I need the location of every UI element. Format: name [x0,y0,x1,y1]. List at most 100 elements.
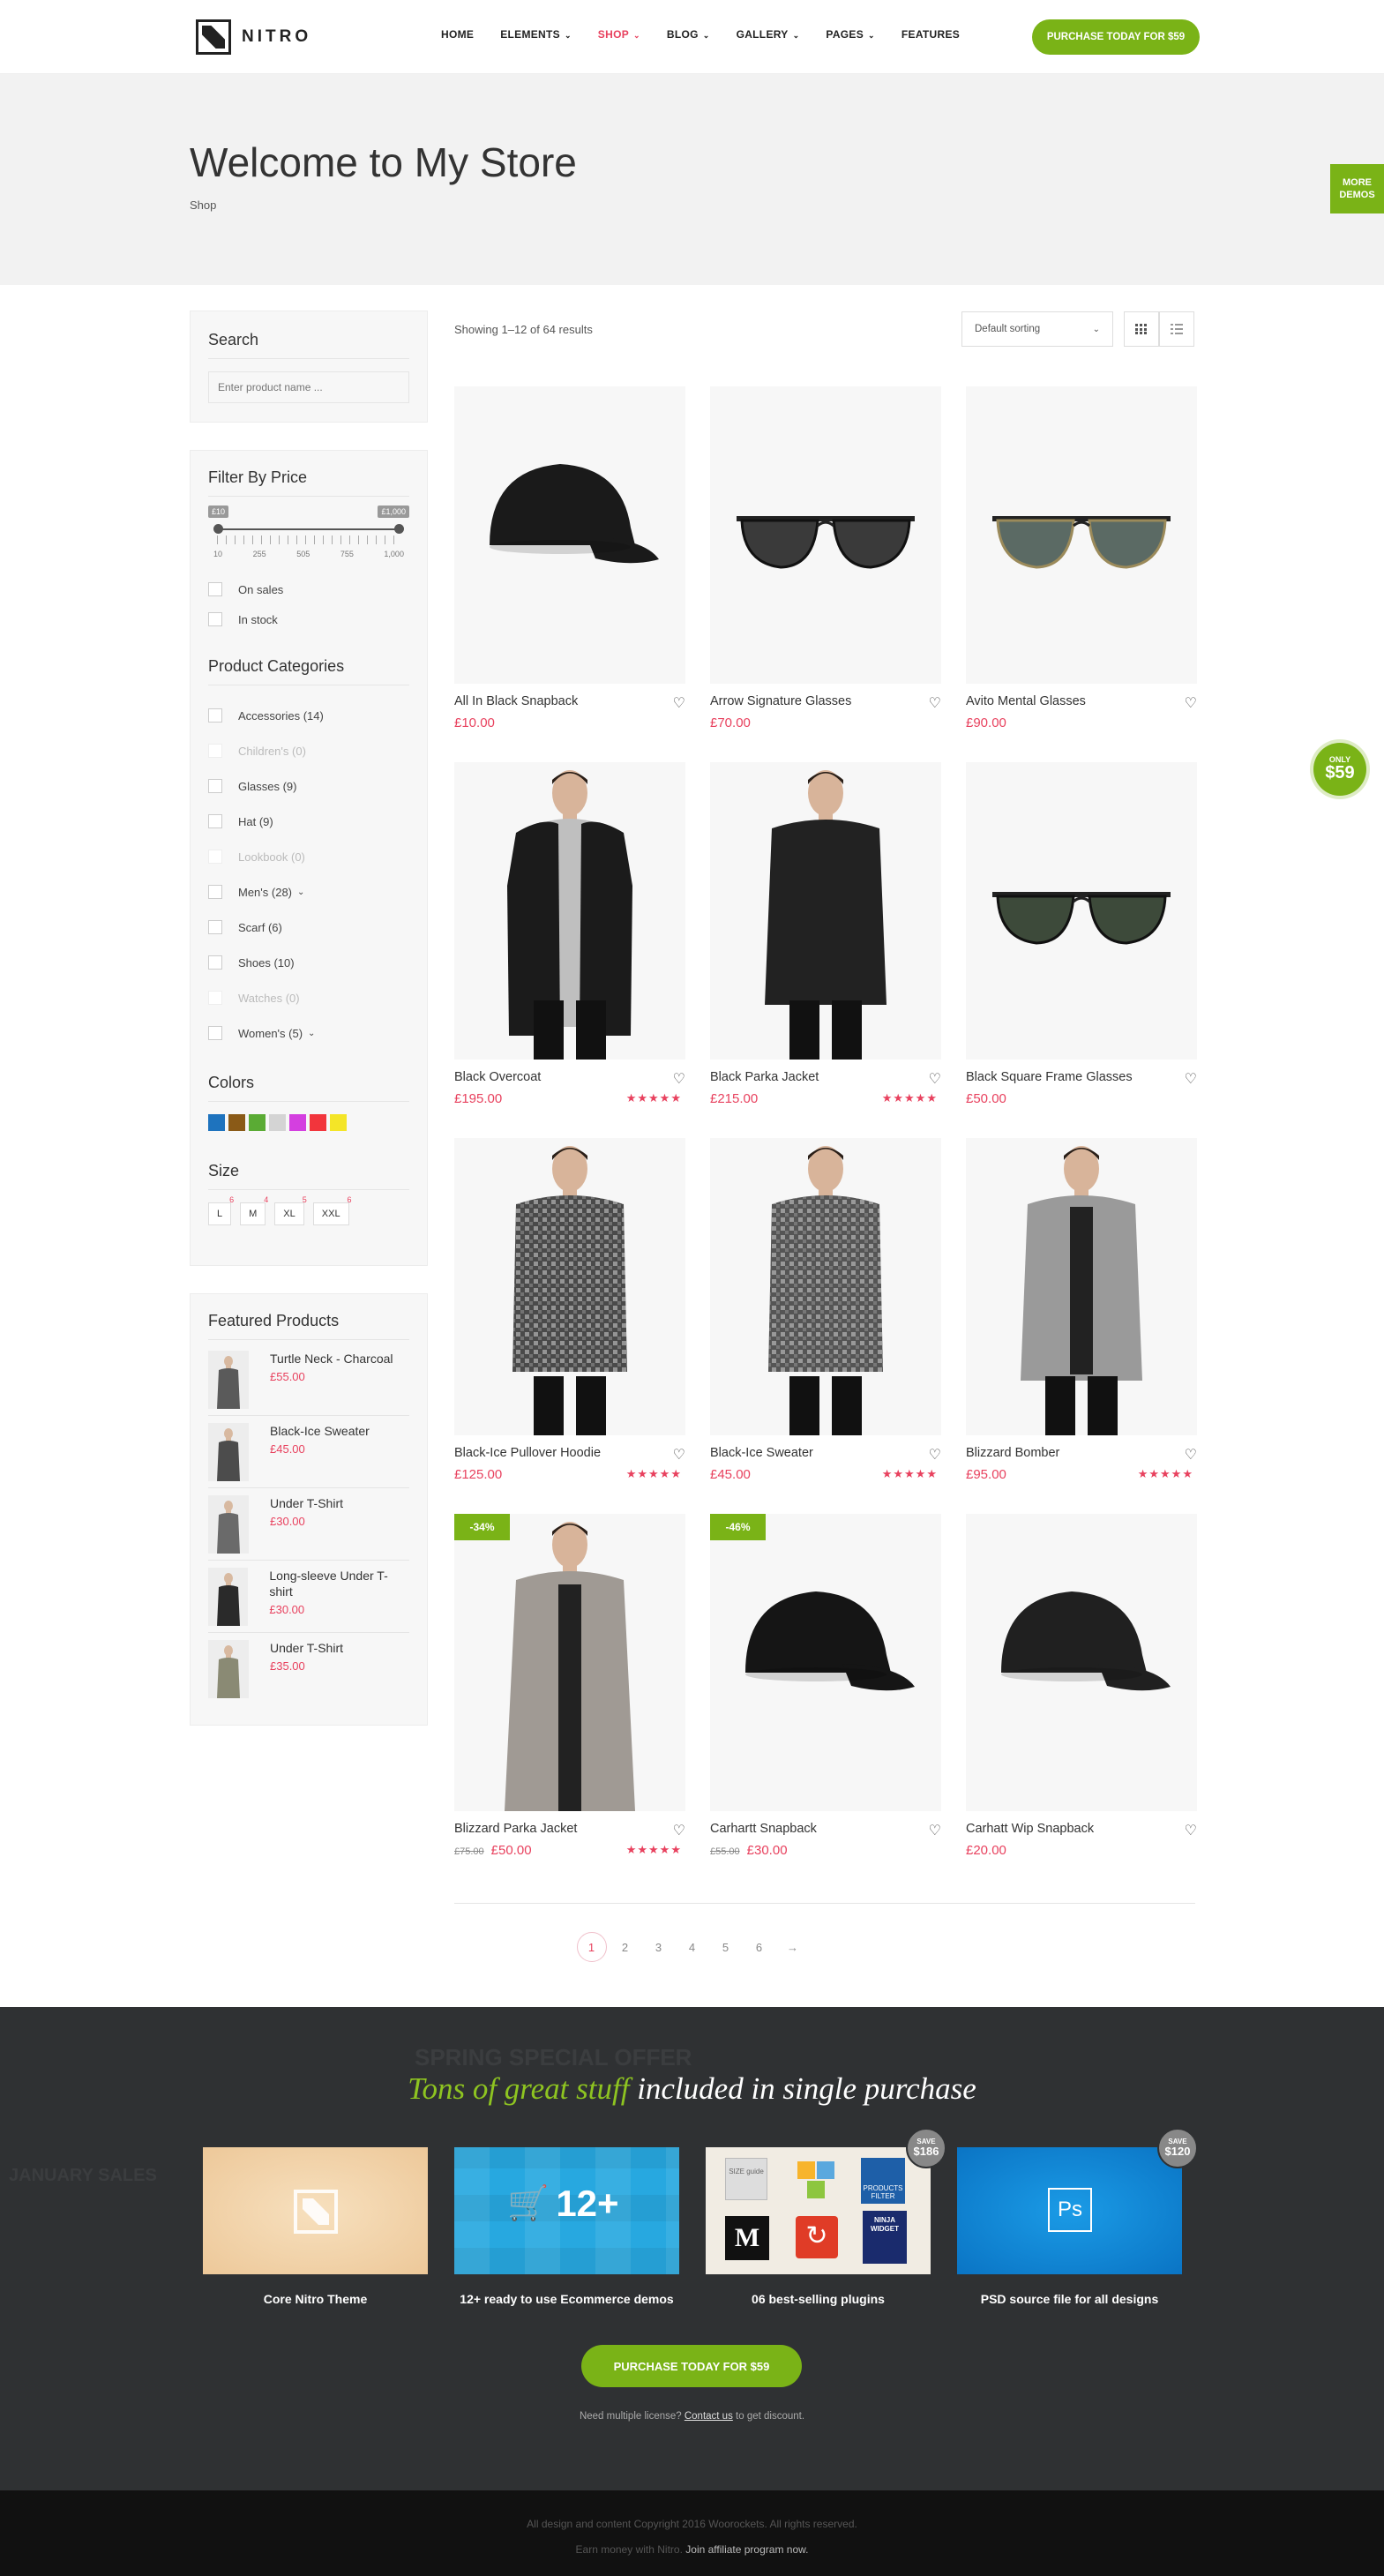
category-item[interactable]: Watches (0) [208,980,409,1015]
filter-on-sales[interactable]: On sales [208,574,409,604]
product-name[interactable]: Arrow Signature Glasses ♡ [710,694,941,711]
featured-thumbnail[interactable] [208,1495,249,1554]
page-6[interactable]: 6 [744,1932,774,1962]
color-swatch[interactable] [269,1114,286,1131]
product-image[interactable] [710,762,941,1060]
category-item[interactable]: Shoes (10) [208,945,409,980]
breadcrumb[interactable]: Shop [190,198,216,212]
checkbox[interactable] [208,991,222,1005]
product-card[interactable]: -46% Carhartt Snapback ♡ £55.00 £30.00 [710,1514,941,1858]
heart-icon[interactable]: ♡ [673,694,685,712]
product-card[interactable]: All In Black Snapback ♡ £10.00 [454,386,685,730]
product-name[interactable]: Carhatt Wip Snapback ♡ [966,1822,1197,1839]
category-item[interactable]: Accessories (14) [208,698,409,733]
checkbox[interactable] [208,955,222,970]
search-input[interactable] [208,371,409,403]
featured-thumbnail[interactable] [208,1423,249,1481]
price-max-handle[interactable] [394,524,404,534]
contact-link[interactable]: Contact us [685,2411,733,2422]
product-image[interactable] [454,762,685,1060]
heart-icon[interactable]: ♡ [929,694,941,712]
category-item[interactable]: Men's (28) ⌄ [208,874,409,910]
color-swatch[interactable] [208,1114,225,1131]
featured-item[interactable]: Black-Ice Sweater £45.00 [208,1416,409,1488]
checkbox[interactable] [208,612,222,626]
size-option[interactable]: XL 5 [274,1195,307,1225]
nav-item-gallery[interactable]: GALLERY ⌄ [737,28,800,41]
color-swatch[interactable] [289,1114,306,1131]
product-image[interactable] [966,386,1197,684]
nav-item-elements[interactable]: ELEMENTS ⌄ [500,28,572,41]
page-5[interactable]: 5 [711,1932,741,1962]
heart-icon[interactable]: ♡ [929,1070,941,1088]
page-4[interactable]: 4 [677,1932,707,1962]
product-card[interactable]: Carhatt Wip Snapback ♡ £20.00 [966,1514,1197,1858]
category-item[interactable]: Women's (5) ⌄ [208,1015,409,1051]
product-card[interactable]: Blizzard Bomber ♡ £95.00 ★★★★★ [966,1138,1197,1482]
featured-name[interactable]: Under T-Shirt [270,1495,343,1511]
product-name[interactable]: Carhartt Snapback ♡ [710,1822,941,1838]
price-slider[interactable]: £10 £1,000 10 255 505 755 1,000 [208,505,409,567]
featured-item[interactable]: Under T-Shirt £35.00 [208,1633,409,1705]
only-price-badge[interactable]: ONLY $59 [1313,743,1366,796]
product-name[interactable]: Black-Ice Sweater ♡ [710,1446,941,1463]
heart-icon[interactable]: ♡ [1185,1070,1197,1088]
featured-item[interactable]: Under T-Shirt £30.00 [208,1488,409,1561]
category-item[interactable]: Glasses (9) [208,768,409,804]
promo-card-theme[interactable]: Core Nitro Theme [203,2147,428,2306]
promo-card-demos[interactable]: 🛒 12+ 12+ ready to use Ecommerce demos [454,2147,679,2306]
promo-card-plugins[interactable]: SIZE guide PRODUCTS FILTER M ↻ NINJA WID… [706,2128,946,2306]
featured-name[interactable]: Long-sleeve Under T-shirt [269,1568,409,1599]
list-view-button[interactable] [1159,311,1194,347]
heart-icon[interactable]: ♡ [1185,694,1197,712]
heart-icon[interactable]: ♡ [929,1446,941,1464]
heart-icon[interactable]: ♡ [673,1446,685,1464]
nav-item-pages[interactable]: PAGES ⌄ [826,28,874,41]
heart-icon[interactable]: ♡ [673,1070,685,1088]
promo-card-psd[interactable]: Ps SAVE $120 PSD source file for all desi… [957,2128,1198,2306]
product-image[interactable] [710,386,941,684]
nav-item-home[interactable]: HOME [441,28,474,41]
heart-icon[interactable]: ♡ [1185,1446,1197,1464]
sort-select[interactable]: Default sorting ⌄ [961,311,1113,347]
featured-thumbnail[interactable] [208,1640,249,1698]
purchase-button[interactable]: PURCHASE TODAY FOR $59 [1032,19,1200,55]
product-image[interactable] [454,386,685,684]
checkbox[interactable] [208,779,222,793]
featured-item[interactable]: Long-sleeve Under T-shirt £30.00 [208,1561,409,1633]
color-swatch[interactable] [249,1114,266,1131]
product-name[interactable]: Blizzard Bomber ♡ [966,1446,1197,1463]
chevron-down-icon[interactable]: ⌄ [297,887,304,897]
product-image[interactable] [710,1138,941,1435]
promo-purchase-button[interactable]: PURCHASE TODAY FOR $59 [581,2345,802,2387]
page-1[interactable]: 1 [576,1932,607,1962]
page-2[interactable]: 2 [610,1932,640,1962]
nav-item-blog[interactable]: BLOG ⌄ [667,28,710,41]
checkbox[interactable] [208,920,222,934]
featured-name[interactable]: Under T-Shirt [270,1640,343,1656]
checkbox[interactable] [208,814,222,828]
featured-thumbnail[interactable] [208,1351,249,1409]
product-card[interactable]: Black Parka Jacket ♡ £215.00 ★★★★★ [710,762,941,1106]
color-swatch[interactable] [310,1114,326,1131]
product-name[interactable]: Avito Mental Glasses ♡ [966,694,1197,711]
affiliate-link[interactable]: Join affiliate program now. [685,2543,808,2556]
nav-item-features[interactable]: FEATURES [901,28,960,41]
filter-in-stock[interactable]: In stock [208,604,409,634]
heart-icon[interactable]: ♡ [1185,1822,1197,1839]
nav-item-shop[interactable]: SHOP ⌄ [598,28,640,41]
checkbox[interactable] [208,885,222,899]
product-card[interactable]: Black-Ice Sweater ♡ £45.00 ★★★★★ [710,1138,941,1482]
featured-name[interactable]: Turtle Neck - Charcoal [270,1351,393,1367]
size-option[interactable]: XXL 6 [312,1195,352,1225]
product-name[interactable]: Black Overcoat ♡ [454,1070,685,1087]
checkbox[interactable] [208,582,222,596]
checkbox[interactable] [208,1026,222,1040]
product-name[interactable]: All In Black Snapback ♡ [454,694,685,711]
product-name[interactable]: Black Square Frame Glasses ♡ [966,1070,1197,1087]
page-3[interactable]: 3 [644,1932,674,1962]
product-name[interactable]: Black Parka Jacket ♡ [710,1070,941,1087]
size-option[interactable]: M4 [240,1195,268,1225]
more-demos-tab[interactable]: MORE DEMOS [1330,164,1384,213]
category-item[interactable]: Hat (9) [208,804,409,839]
